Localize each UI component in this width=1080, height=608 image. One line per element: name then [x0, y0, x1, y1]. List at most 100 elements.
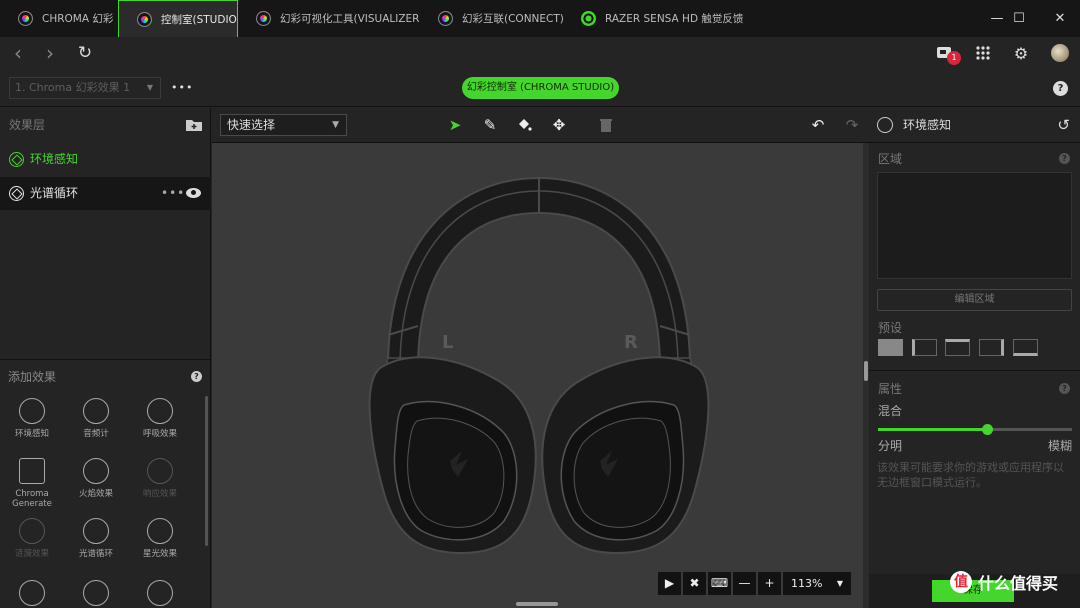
tab-connect[interactable]: 幻彩互联(CONNECT): [420, 0, 563, 37]
profile-button[interactable]: [1045, 37, 1075, 69]
effect-static[interactable]: [2, 580, 62, 608]
quick-select-dropdown[interactable]: 快速选择 ▼: [220, 114, 347, 136]
delete-tool-button[interactable]: [596, 115, 616, 135]
help-icon[interactable]: ?: [1059, 153, 1070, 164]
layer-item-ambient[interactable]: 环境感知: [0, 143, 211, 176]
chroma-generate-icon: [19, 458, 45, 484]
more-options-button[interactable]: •••: [171, 77, 193, 99]
effect-audio-meter[interactable]: 音频计: [66, 398, 126, 439]
watermark: 值 什么值得买: [950, 570, 1058, 594]
effect-label: 涟漪效果: [14, 549, 49, 559]
blend-slider[interactable]: [878, 424, 1072, 435]
profile-select[interactable]: 1. Chroma 幻彩效果 1 ▼: [9, 77, 161, 99]
static-icon: [19, 580, 45, 606]
preset-bottom[interactable]: [1013, 339, 1038, 356]
apps-grid-button[interactable]: [968, 37, 998, 69]
avatar: [1051, 44, 1069, 62]
effect-label: 呼吸效果: [142, 429, 177, 439]
layer-label: 环境感知: [30, 152, 79, 166]
blend-slider-handle[interactable]: [981, 424, 993, 435]
settings-button[interactable]: ⚙: [1006, 37, 1036, 69]
tab-visualizer[interactable]: 幻彩可视化工具(VISUALIZER: [238, 0, 420, 37]
effect-layers-title: 效果层: [9, 118, 46, 132]
starlight-icon: [147, 518, 173, 544]
help-icon[interactable]: ?: [191, 371, 202, 382]
effect-starlight[interactable]: 星光效果: [130, 518, 190, 559]
no-preview-icon: ✖: [689, 576, 700, 590]
undo-button[interactable]: ↶: [808, 115, 828, 135]
effects-scrollbar[interactable]: [205, 396, 208, 546]
effect-ambient[interactable]: 环境感知: [2, 398, 62, 439]
effect-layers-panel: 效果层 环境感知 光谱循环 ••• 添加效果 ? 环境感知 音频计 呼吸效果 C…: [0, 108, 211, 608]
zoom-out-button[interactable]: —: [732, 571, 757, 596]
zoom-dropdown[interactable]: 113% ▼: [782, 571, 852, 596]
back-arrow-icon: ‹: [14, 41, 22, 65]
edit-zone-button[interactable]: 编辑区域: [877, 289, 1072, 311]
eye-icon[interactable]: [186, 188, 201, 198]
add-effects-title: 添加效果: [8, 370, 57, 384]
keyboard-button[interactable]: ⌨: [707, 571, 732, 596]
layer-label: 光谱循环: [30, 186, 79, 200]
effect-wave[interactable]: [130, 580, 190, 608]
minus-icon: —: [738, 576, 751, 590]
layer-more-button[interactable]: •••: [161, 177, 185, 210]
effect-label: 音频计: [83, 429, 109, 439]
watermark-logo: 值: [950, 571, 972, 593]
preset-full[interactable]: [878, 339, 903, 356]
add-layer-folder-icon[interactable]: [185, 118, 203, 132]
select-tool-button[interactable]: ➤: [445, 115, 465, 135]
move-tool-button[interactable]: ✥: [549, 115, 569, 135]
chroma-rainbow-icon: [438, 11, 453, 26]
notifications-button[interactable]: 1: [930, 37, 961, 69]
effect-spectrum-cycling[interactable]: 光谱循环: [66, 518, 126, 559]
tab-label: CHROMA 幻彩: [42, 13, 114, 25]
pen-tool-button[interactable]: ✎: [480, 115, 500, 135]
effect-wheel[interactable]: [66, 580, 126, 608]
ambient-awareness-icon: [877, 117, 893, 133]
help-icon[interactable]: ?: [1059, 383, 1070, 394]
forward-arrow-icon: ›: [46, 41, 54, 65]
effect-chroma-generate[interactable]: Chroma Generate: [2, 458, 62, 509]
zoom-in-button[interactable]: +: [757, 571, 782, 596]
effect-label: Chroma Generate: [12, 489, 52, 509]
fill-tool-button[interactable]: [514, 115, 534, 135]
plus-icon: +: [764, 576, 775, 590]
zone-label: 区域: [878, 152, 903, 166]
effect-label: 响应效果: [142, 489, 177, 499]
apps-grid-icon: [976, 46, 990, 60]
chevron-down-icon: ▼: [146, 83, 153, 92]
tab-sensa-hd[interactable]: RAZER SENSA HD 触觉反馈技术: [563, 0, 743, 37]
layer-item-spectrum[interactable]: 光谱循环 •••: [0, 177, 211, 210]
tab-chroma[interactable]: CHROMA 幻彩: [0, 0, 118, 37]
paint-bucket-icon: [519, 119, 532, 131]
effect-fire[interactable]: 火焰效果: [66, 458, 126, 499]
blend-label: 混合: [878, 404, 903, 418]
select-arrow-icon: ➤: [448, 116, 462, 134]
chevron-down-icon: ▼: [332, 120, 339, 130]
forward-button[interactable]: ›: [35, 37, 65, 69]
maximize-button[interactable]: ☐: [997, 0, 1041, 37]
device-canvas[interactable]: L R: [212, 143, 863, 608]
help-icon[interactable]: ?: [1053, 81, 1068, 96]
canvas-control-bar: ▶ ✖ ⌨ — + 113% ▼: [657, 571, 857, 598]
play-button[interactable]: ▶: [657, 571, 682, 596]
preset-right[interactable]: [979, 339, 1004, 356]
effect-breathing[interactable]: 呼吸效果: [130, 398, 190, 439]
ambient-awareness-icon: [19, 398, 45, 424]
reset-icon[interactable]: ↺: [1057, 108, 1070, 143]
refresh-button[interactable]: ↻: [70, 37, 100, 69]
tab-studio[interactable]: 控制室(STUDIO): [118, 0, 238, 37]
mute-preview-button[interactable]: ✖: [682, 571, 707, 596]
back-button[interactable]: ‹: [3, 37, 33, 69]
chroma-studio-badge: 幻彩控制室 (CHROMA STUDIO): [462, 77, 619, 99]
preset-top[interactable]: [945, 339, 970, 356]
effect-reactive: 响应效果: [130, 458, 190, 499]
audio-meter-icon: [83, 398, 109, 424]
breathing-icon: [147, 398, 173, 424]
redo-button[interactable]: ↷: [842, 115, 862, 135]
undo-icon: ↶: [811, 116, 825, 134]
close-button[interactable]: ✕: [1038, 0, 1080, 37]
preset-left[interactable]: [912, 339, 937, 356]
spectrum-cycling-icon: [9, 186, 24, 201]
chroma-rainbow-icon: [256, 11, 271, 26]
